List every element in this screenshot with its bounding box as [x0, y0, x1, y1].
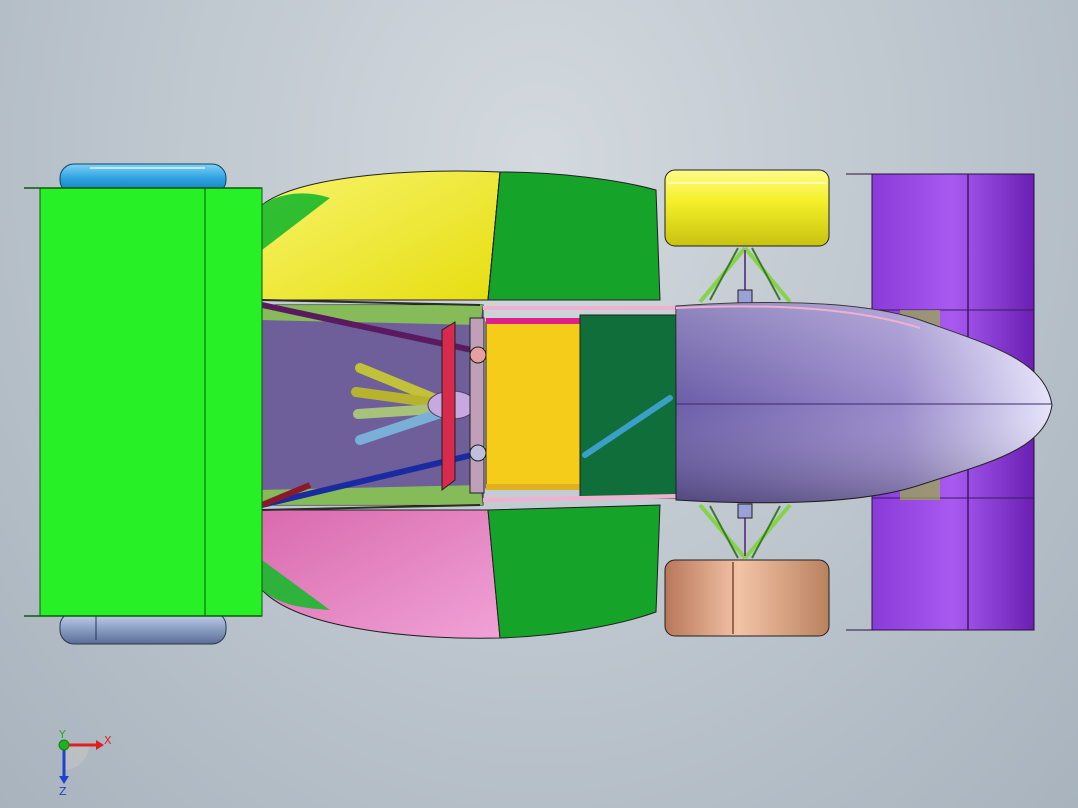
- z-axis-label: Z: [59, 785, 67, 798]
- y-axis-point: [58, 739, 70, 751]
- front-left-suspension[interactable]: [698, 246, 792, 305]
- front-right-wheel[interactable]: [664, 559, 830, 637]
- driver-seat[interactable]: [485, 318, 581, 490]
- front-right-suspension[interactable]: [698, 503, 792, 560]
- 3d-viewport[interactable]: X Y Z: [0, 0, 1078, 808]
- car-model-scene[interactable]: X Y Z: [0, 0, 1078, 808]
- left-sidepod[interactable]: [261, 170, 661, 301]
- rear-right-wheel[interactable]: [59, 611, 227, 645]
- view-triad[interactable]: X Y Z: [58, 728, 112, 798]
- right-sidepod[interactable]: [261, 504, 661, 639]
- x-axis-label: X: [104, 734, 112, 747]
- y-axis-label: Y: [58, 728, 66, 741]
- front-left-wheel[interactable]: [664, 169, 830, 247]
- rear-wing[interactable]: [24, 187, 263, 617]
